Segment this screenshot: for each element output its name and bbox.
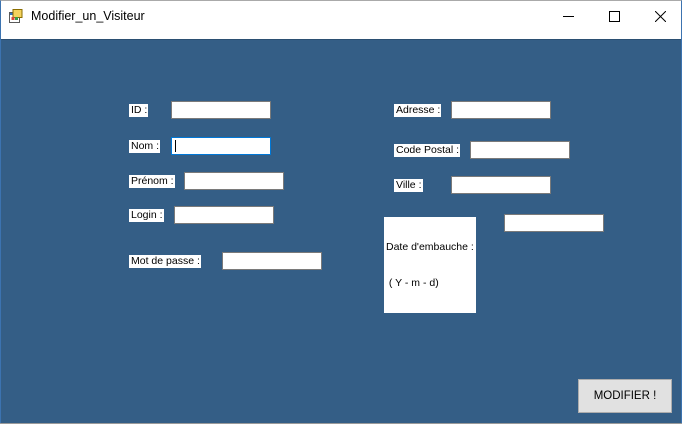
- nom-label: Nom :: [129, 140, 161, 153]
- id-field[interactable]: [171, 101, 271, 119]
- ville-label: Ville :: [394, 179, 423, 192]
- maximize-icon: [608, 11, 620, 22]
- window-title: Modifier_un_Visiteur: [31, 9, 145, 23]
- code-postal-field[interactable]: [470, 141, 570, 159]
- date-format-hint: ( Y - m - d): [386, 277, 439, 289]
- modifier-button[interactable]: MODIFIER !: [578, 379, 672, 413]
- date-embauche-label: Date d'embauche : ( Y - m - d): [384, 217, 476, 313]
- app-window: Modifier_un_Visiteur ID : Nom : Prénom :: [0, 0, 682, 424]
- nom-field[interactable]: [171, 137, 271, 155]
- date-embauche-field[interactable]: [504, 214, 604, 232]
- code-postal-label: Code Postal :: [394, 144, 461, 157]
- mot-de-passe-label: Mot de passe :: [129, 255, 201, 268]
- date-embauche-label-line1: Date d'embauche :: [386, 241, 474, 253]
- text-caret: [175, 140, 176, 152]
- id-label: ID :: [129, 104, 149, 117]
- adresse-field[interactable]: [451, 101, 551, 119]
- maximize-button[interactable]: [591, 1, 637, 32]
- login-label: Login :: [129, 209, 164, 222]
- adresse-label: Adresse :: [394, 104, 442, 117]
- minimize-icon: [562, 16, 574, 17]
- title-bar[interactable]: Modifier_un_Visiteur: [1, 1, 681, 32]
- form-client-area: ID : Nom : Prénom : Login : Mot de passe…: [1, 39, 681, 423]
- close-icon: [654, 11, 666, 22]
- login-field[interactable]: [174, 206, 274, 224]
- close-button[interactable]: [637, 1, 681, 32]
- prenom-label: Prénom :: [129, 175, 175, 188]
- prenom-field[interactable]: [184, 172, 284, 190]
- form-app-icon: [9, 9, 23, 23]
- ville-field[interactable]: [451, 176, 551, 194]
- mot-de-passe-field[interactable]: [222, 252, 322, 270]
- minimize-button[interactable]: [545, 1, 591, 32]
